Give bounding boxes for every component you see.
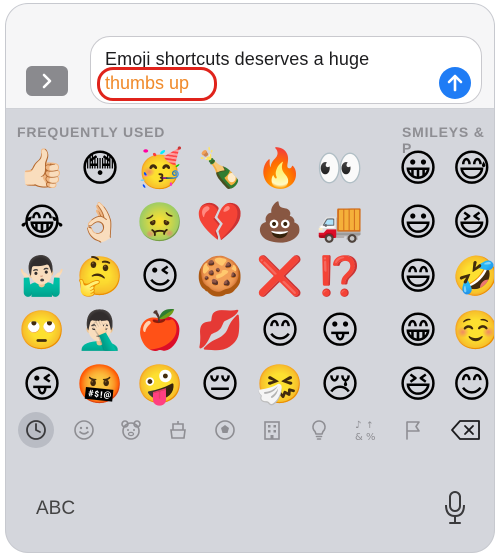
emoji-key[interactable]: 😃 (392, 196, 444, 248)
emoji-key[interactable]: 🤬 (74, 358, 126, 410)
emoji-key[interactable]: 🤢 (134, 196, 186, 248)
category-travel[interactable] (254, 412, 290, 448)
category-food[interactable] (160, 412, 196, 448)
smiley-icon (74, 420, 94, 440)
emoji-key[interactable]: 😆 (392, 358, 444, 410)
symbols-icon: ♪ ↑ & % (355, 420, 376, 443)
expand-apps-button[interactable] (26, 66, 68, 96)
emoji-key[interactable]: 🤷🏻‍♂️ (16, 250, 68, 302)
send-button[interactable] (439, 67, 471, 99)
emoji-key[interactable]: ⁉️ (314, 250, 366, 302)
emoji-key[interactable]: 😉 (134, 250, 186, 302)
emoji-key[interactable]: 😢 (314, 358, 366, 410)
emoji-key[interactable]: 😛 (314, 304, 366, 356)
svg-text:&: & (355, 432, 363, 443)
clock-icon (26, 420, 46, 440)
emoji-key[interactable]: 💔 (194, 196, 246, 248)
lightbulb-icon (312, 420, 326, 440)
emoji-key[interactable]: 😆 (452, 196, 494, 248)
emoji-key[interactable]: 😜 (16, 358, 68, 410)
dictation-button[interactable] (440, 488, 470, 528)
emoji-key[interactable]: 😁 (392, 304, 444, 356)
emoji-key[interactable]: 🤣 (452, 250, 494, 302)
emoji-key[interactable]: 💋 (194, 304, 246, 356)
emoji-key[interactable]: 😊 (452, 358, 494, 410)
category-flags[interactable] (395, 412, 431, 448)
category-recent[interactable] (18, 412, 54, 448)
emoji-key[interactable]: 😅 (452, 142, 494, 194)
microphone-icon (445, 491, 465, 524)
arrow-up-icon (447, 74, 463, 92)
emoji-key[interactable]: 👌🏻 (74, 196, 126, 248)
emoji-grid: 👍🏻 😳 🥳 🍾 🔥 👀 😂 👌🏻 🤢 💔 💩 🚚 🤷🏻‍♂️ 🤔 😉 🍪 ❌ ⁉️ 🙄 🤦🏻‍♂️ 🍎 💋 😊 😛 😜 🤬 🤪 😔 🤧… (6, 142, 494, 404)
emoji-key[interactable]: 🍪 (194, 250, 246, 302)
compose-bar: Emoji shortcuts deserves a huge thumbs u… (6, 4, 494, 109)
food-icon (170, 421, 186, 439)
emoji-key[interactable]: 🤔 (74, 250, 126, 302)
backspace-icon (451, 420, 480, 440)
emoji-key[interactable]: 🚚 (314, 196, 366, 248)
emoji-key[interactable]: 😊 (254, 304, 306, 356)
emoji-key[interactable]: 😀 (392, 142, 444, 194)
bear-icon (121, 420, 141, 440)
building-icon (264, 421, 280, 440)
svg-text:♪: ♪ (355, 420, 361, 431)
emoji-key[interactable]: 🤧 (254, 358, 306, 410)
emoji-key[interactable]: 🤦🏻‍♂️ (74, 304, 126, 356)
category-objects[interactable] (301, 412, 337, 448)
section-title-frequently-used: FREQUENTLY USED (17, 124, 166, 140)
category-activity[interactable] (207, 412, 243, 448)
emoji-key[interactable]: 🍾 (194, 142, 246, 194)
emoji-key[interactable]: 😄 (392, 250, 444, 302)
flag-icon (406, 421, 420, 440)
svg-text:↑: ↑ (366, 421, 374, 431)
category-symbols[interactable]: ♪ ↑ & % (348, 412, 384, 448)
emoji-key[interactable]: ☺️ (452, 304, 494, 356)
svg-text:%: % (366, 432, 376, 443)
emoji-key[interactable]: 😂 (16, 196, 68, 248)
emoji-key[interactable]: 🙄 (16, 304, 68, 356)
abc-keyboard-button[interactable]: ABC (36, 498, 75, 520)
ball-icon (215, 420, 235, 440)
phone-screen: Emoji shortcuts deserves a huge thumbs u… (6, 4, 494, 552)
category-animals[interactable] (113, 412, 149, 448)
emoji-key[interactable]: 👀 (314, 142, 366, 194)
emoji-key[interactable]: 🔥 (254, 142, 306, 194)
delete-button[interactable] (446, 412, 486, 448)
category-bar: ♪ ↑ & % (6, 406, 494, 454)
category-smileys[interactable] (66, 412, 102, 448)
emoji-key[interactable]: 😳 (74, 142, 126, 194)
emoji-key[interactable]: 🤪 (134, 358, 186, 410)
emoji-key[interactable]: 🥳 (134, 142, 186, 194)
message-input[interactable]: Emoji shortcuts deserves a huge thumbs u… (90, 36, 482, 104)
emoji-key[interactable]: 👍🏻 (16, 142, 68, 194)
emoji-key[interactable]: 😔 (194, 358, 246, 410)
emoji-key[interactable]: 💩 (254, 196, 306, 248)
chevron-right-icon (42, 73, 52, 89)
emoji-key[interactable]: 🍎 (134, 304, 186, 356)
emoji-key[interactable]: ❌ (254, 250, 306, 302)
highlight-annotation (97, 67, 217, 101)
